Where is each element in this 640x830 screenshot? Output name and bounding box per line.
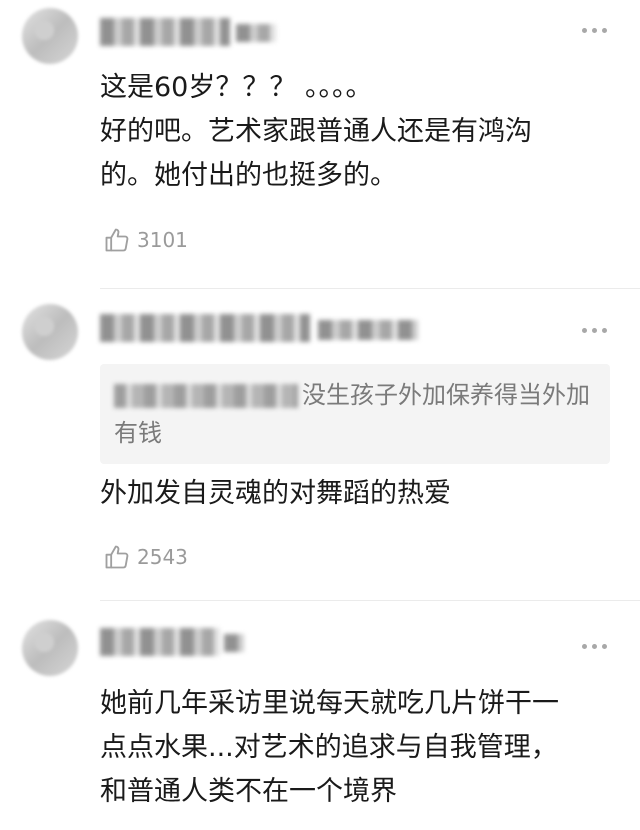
like-button[interactable]: 3101 [103, 225, 188, 255]
username-blurred[interactable] [100, 314, 310, 342]
divider [100, 288, 640, 289]
username-blurred[interactable] [100, 628, 220, 656]
quoted-username-blurred [114, 384, 298, 408]
avatar[interactable] [22, 304, 78, 360]
thumbs-up-icon [105, 545, 129, 569]
comment-text: 外加发自灵魂的对舞蹈的热爱 [100, 478, 451, 509]
like-button[interactable]: 2543 [103, 542, 188, 572]
more-dots-icon[interactable] [582, 26, 610, 34]
more-dots-icon[interactable] [582, 642, 610, 650]
username-blurred-extra [318, 320, 418, 340]
avatar[interactable] [22, 620, 78, 676]
divider [100, 600, 640, 601]
like-count: 3101 [137, 228, 188, 252]
avatar[interactable] [22, 8, 78, 64]
username-blurred[interactable] [100, 18, 230, 46]
comment-text: 她前几年采访里说每天就吃几片饼干一 点点水果...对艺术的追求与自我管理， 和普… [100, 688, 559, 807]
username-blurred-extra [224, 634, 244, 652]
username-blurred-extra [236, 24, 276, 42]
quoted-reply[interactable]: 没生孩子外加保养得当外加有钱 [100, 364, 610, 464]
comment-text: 这是60岁？？？ 。。。。 好的吧。艺术家跟普通人还是有鸿沟 的。她付出的也挺多… [100, 72, 532, 191]
thumbs-up-icon [105, 228, 129, 252]
like-count: 2543 [137, 545, 188, 569]
more-dots-icon[interactable] [582, 326, 610, 334]
